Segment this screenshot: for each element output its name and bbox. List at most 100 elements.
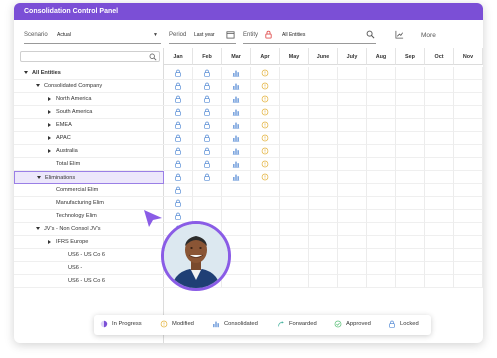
- status-cell[interactable]: [193, 80, 222, 93]
- status-cell[interactable]: [309, 223, 338, 236]
- status-cell[interactable]: [164, 184, 193, 197]
- status-cell[interactable]: [425, 249, 454, 262]
- status-cell[interactable]: [425, 275, 454, 288]
- status-cell[interactable]: [425, 223, 454, 236]
- status-cell[interactable]: [396, 236, 425, 249]
- status-cell[interactable]: [251, 80, 280, 93]
- status-cell[interactable]: [309, 80, 338, 93]
- status-cell[interactable]: [425, 93, 454, 106]
- lock-icon[interactable]: [174, 186, 182, 194]
- status-cell[interactable]: [367, 275, 396, 288]
- status-cell[interactable]: [454, 132, 483, 145]
- modified-icon[interactable]: [261, 108, 269, 116]
- consolidated-icon[interactable]: [232, 82, 240, 90]
- tree-row[interactable]: APAC: [14, 132, 164, 145]
- status-cell[interactable]: [193, 119, 222, 132]
- lock-icon[interactable]: [203, 160, 211, 168]
- lock-icon[interactable]: [174, 134, 182, 142]
- status-cell[interactable]: [425, 171, 454, 184]
- chevron-down-icon[interactable]: [24, 71, 28, 74]
- status-cell[interactable]: [222, 184, 251, 197]
- status-cell[interactable]: [280, 249, 309, 262]
- status-cell[interactable]: [280, 80, 309, 93]
- status-cell[interactable]: [309, 119, 338, 132]
- entity-select[interactable]: All Entities: [282, 32, 305, 38]
- modified-icon[interactable]: [261, 82, 269, 90]
- status-cell[interactable]: [309, 236, 338, 249]
- status-cell[interactable]: [454, 275, 483, 288]
- status-cell[interactable]: [396, 145, 425, 158]
- tree-row[interactable]: Consolidated Company: [14, 80, 164, 93]
- status-cell[interactable]: [309, 106, 338, 119]
- status-cell[interactable]: [309, 197, 338, 210]
- status-cell[interactable]: [367, 184, 396, 197]
- status-cell[interactable]: [454, 249, 483, 262]
- status-cell[interactable]: [338, 158, 367, 171]
- status-cell[interactable]: [396, 80, 425, 93]
- status-cell[interactable]: [193, 145, 222, 158]
- status-cell[interactable]: [454, 236, 483, 249]
- status-cell[interactable]: [309, 249, 338, 262]
- status-cell[interactable]: [338, 132, 367, 145]
- tree-row[interactable]: EMEA: [14, 119, 164, 132]
- status-cell[interactable]: [338, 223, 367, 236]
- status-cell[interactable]: [309, 145, 338, 158]
- modified-icon[interactable]: [261, 95, 269, 103]
- status-cell[interactable]: [164, 171, 193, 184]
- status-cell[interactable]: [280, 210, 309, 223]
- calendar-icon[interactable]: [226, 30, 235, 39]
- status-cell[interactable]: [193, 184, 222, 197]
- consolidated-icon[interactable]: [232, 121, 240, 129]
- status-cell[interactable]: [454, 80, 483, 93]
- chevron-right-icon[interactable]: [48, 123, 51, 127]
- status-cell[interactable]: [425, 119, 454, 132]
- status-cell[interactable]: [251, 171, 280, 184]
- status-cell[interactable]: [396, 132, 425, 145]
- status-cell[interactable]: [367, 119, 396, 132]
- status-cell[interactable]: [425, 145, 454, 158]
- status-cell[interactable]: [396, 249, 425, 262]
- lock-icon[interactable]: [203, 69, 211, 77]
- lock-icon[interactable]: [174, 160, 182, 168]
- period-picker[interactable]: Last year: [194, 32, 215, 38]
- status-cell[interactable]: [280, 119, 309, 132]
- status-cell[interactable]: [164, 132, 193, 145]
- status-cell[interactable]: [193, 158, 222, 171]
- status-cell[interactable]: [425, 197, 454, 210]
- status-cell[interactable]: [338, 249, 367, 262]
- status-cell[interactable]: [251, 236, 280, 249]
- status-cell[interactable]: [396, 197, 425, 210]
- status-cell[interactable]: [164, 119, 193, 132]
- status-cell[interactable]: [222, 67, 251, 80]
- chevron-right-icon[interactable]: [48, 110, 51, 114]
- status-cell[interactable]: [251, 145, 280, 158]
- consolidated-icon[interactable]: [232, 69, 240, 77]
- status-cell[interactable]: [193, 67, 222, 80]
- consolidated-icon[interactable]: [232, 95, 240, 103]
- status-cell[interactable]: [193, 132, 222, 145]
- status-cell[interactable]: [338, 236, 367, 249]
- status-cell[interactable]: [309, 158, 338, 171]
- status-cell[interactable]: [222, 80, 251, 93]
- status-cell[interactable]: [280, 236, 309, 249]
- status-cell[interactable]: [280, 223, 309, 236]
- tree-row[interactable]: Australia: [14, 145, 164, 158]
- status-cell[interactable]: [251, 223, 280, 236]
- lock-icon[interactable]: [174, 212, 182, 220]
- modified-icon[interactable]: [261, 134, 269, 142]
- chevron-down-icon[interactable]: [36, 84, 40, 87]
- status-cell[interactable]: [425, 67, 454, 80]
- status-cell[interactable]: [396, 171, 425, 184]
- lock-icon[interactable]: [174, 199, 182, 207]
- status-cell[interactable]: [164, 158, 193, 171]
- status-cell[interactable]: [367, 106, 396, 119]
- status-cell[interactable]: [280, 145, 309, 158]
- status-cell[interactable]: [251, 93, 280, 106]
- status-cell[interactable]: [164, 67, 193, 80]
- status-cell[interactable]: [425, 262, 454, 275]
- status-cell[interactable]: [338, 67, 367, 80]
- status-cell[interactable]: [280, 67, 309, 80]
- status-cell[interactable]: [309, 67, 338, 80]
- status-cell[interactable]: [309, 171, 338, 184]
- status-cell[interactable]: [222, 119, 251, 132]
